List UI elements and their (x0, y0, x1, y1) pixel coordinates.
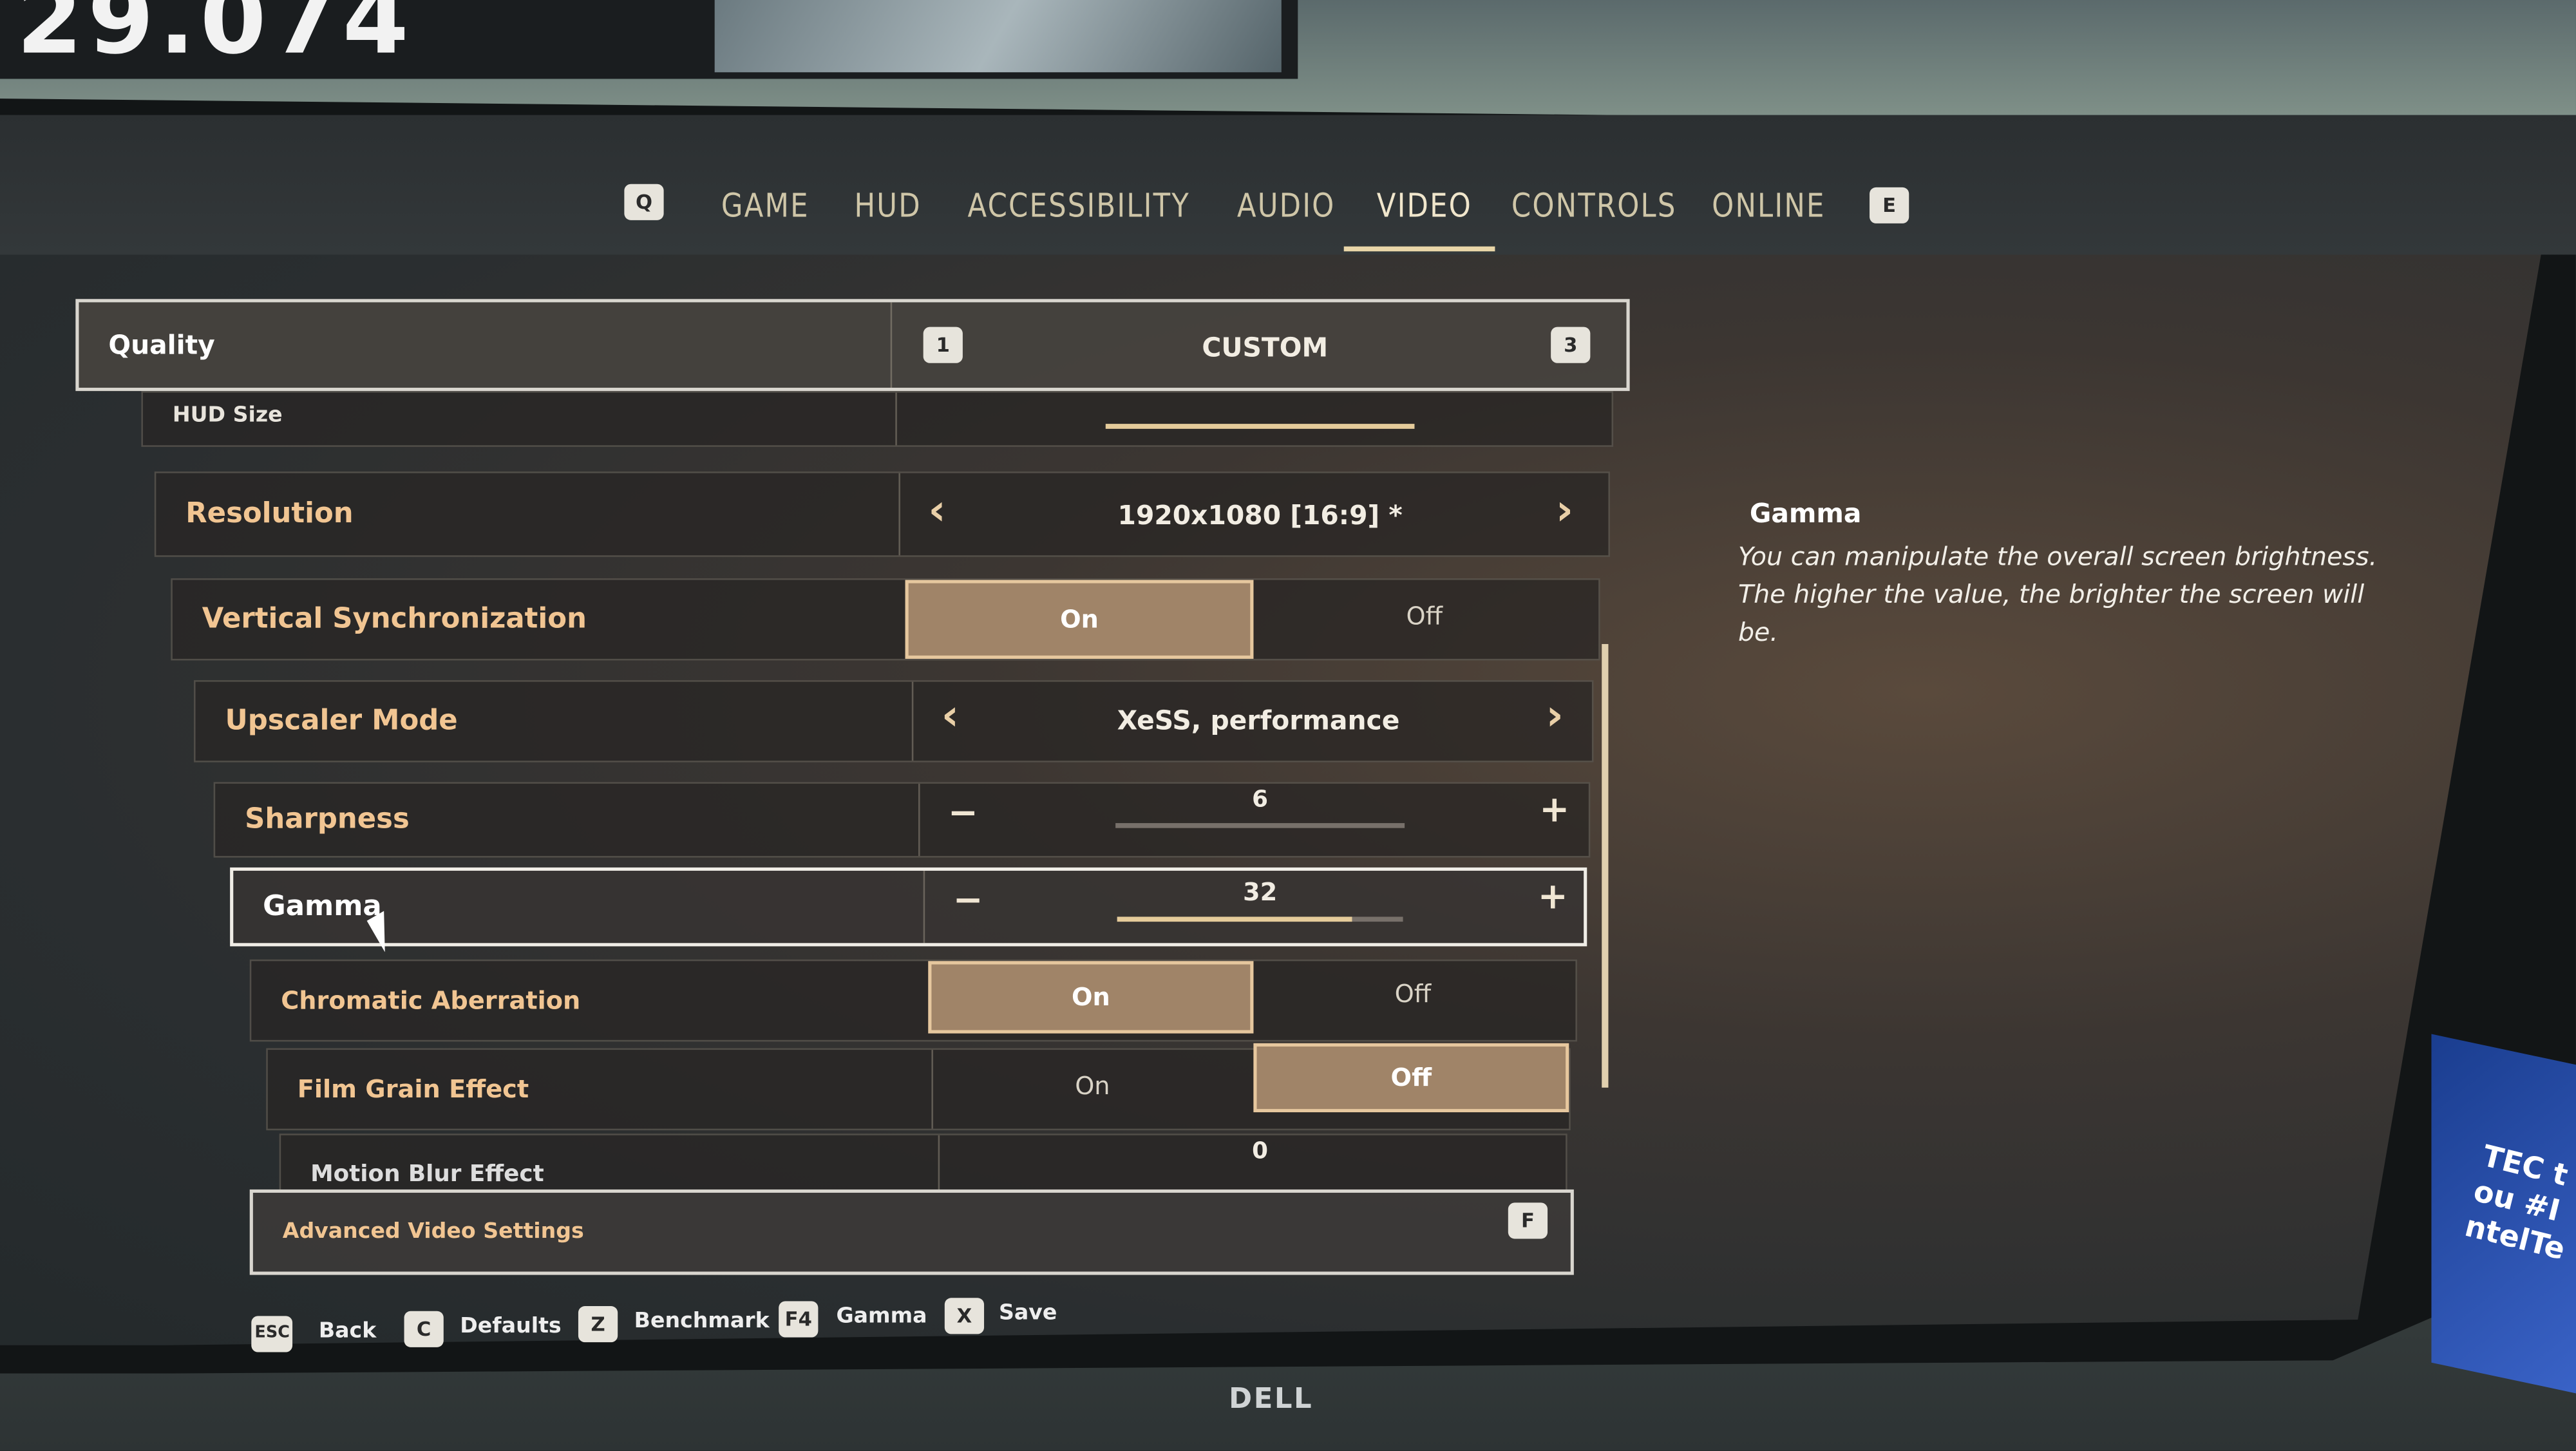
dell-logo: DELL (1229, 1383, 1314, 1416)
gamma-plus-button[interactable]: + (1538, 877, 1568, 918)
hint-gamma-label[interactable]: Gamma (836, 1304, 927, 1329)
tab-audio[interactable]: AUDIO (1237, 185, 1336, 225)
motion-blur-row[interactable]: Motion Blur Effect 0 (279, 1133, 1567, 1193)
description-text: You can manipulate the overall screen br… (1738, 542, 2378, 648)
tab-bar (0, 115, 2576, 255)
chromatic-aberration-label: Chromatic Aberration (281, 985, 581, 1016)
gamma-row[interactable]: Gamma − 32 + (230, 867, 1587, 947)
chromatic-on-button[interactable]: On (928, 961, 1254, 1034)
film-grain-row[interactable]: Film Grain Effect On Off (266, 1043, 1571, 1131)
resolution-value: 1920x1080 [16:9] * (1117, 499, 1403, 531)
advanced-video-settings-label: Advanced Video Settings (282, 1220, 584, 1245)
upscaler-label: Upscaler Mode (225, 705, 458, 738)
hint-save-label[interactable]: Save (999, 1301, 1057, 1325)
tab-online[interactable]: ONLINE (1712, 185, 1825, 225)
advanced-key[interactable]: F (1508, 1202, 1548, 1239)
hint-back-key[interactable]: ESC (251, 1316, 294, 1352)
sharpness-plus-button[interactable]: + (1539, 790, 1569, 831)
hint-defaults-label[interactable]: Defaults (460, 1314, 561, 1339)
upscaler-prev-arrow[interactable]: ‹ (942, 692, 959, 741)
hud-size-row[interactable]: HUD Size (141, 391, 1614, 447)
settings-scrollbar[interactable] (1602, 643, 1609, 1088)
hint-defaults-key[interactable]: C (404, 1311, 444, 1347)
vsync-row[interactable]: Vertical Synchronization On Off (171, 578, 1600, 661)
quality-next-key[interactable]: 3 (1551, 327, 1591, 363)
quality-row[interactable]: Quality 1 CUSTOM 3 (75, 299, 1630, 392)
sharpness-row[interactable]: Sharpness − 6 + (213, 782, 1591, 858)
vsync-on-button[interactable]: On (905, 580, 1254, 659)
upscaler-value: XeSS, performance (1117, 705, 1400, 736)
hud-size-fill (1105, 424, 1415, 429)
video-thumbnail (714, 0, 1282, 73)
sharpness-value: 6 (1252, 786, 1269, 813)
vsync-off-button[interactable]: Off (1260, 580, 1589, 652)
gamma-label: Gamma (263, 890, 382, 924)
quality-prev-key[interactable]: 1 (923, 327, 963, 363)
gamma-value: 32 (1242, 877, 1278, 907)
hint-gamma-key[interactable]: F4 (779, 1301, 819, 1338)
hud-size-slider[interactable] (1105, 424, 1415, 429)
sharpness-label: Sharpness (245, 803, 410, 837)
chromatic-off-button[interactable]: Off (1257, 961, 1569, 1027)
tab-game[interactable]: GAME (721, 185, 810, 225)
upscaler-next-arrow[interactable]: › (1546, 692, 1563, 741)
quality-label: Quality (108, 329, 215, 361)
timer-readout: 29.074 (16, 0, 414, 76)
tab-accessibility[interactable]: ACCESSIBILITY (968, 185, 1190, 225)
tab-hud[interactable]: HUD (855, 185, 922, 225)
hint-save-key[interactable]: X (944, 1298, 985, 1334)
hud-size-label: HUD Size (172, 403, 283, 428)
sharpness-minus-button[interactable]: − (948, 793, 978, 835)
advanced-video-settings-button[interactable]: Advanced Video Settings F (249, 1189, 1574, 1275)
film-grain-off-button[interactable]: Off (1253, 1043, 1569, 1113)
film-grain-label: Film Grain Effect (297, 1074, 529, 1105)
next-tab-key[interactable]: E (1870, 187, 1909, 223)
prev-tab-key[interactable]: Q (624, 184, 664, 220)
resolution-prev-arrow[interactable]: ‹ (928, 486, 945, 536)
resolution-next-arrow[interactable]: › (1556, 486, 1573, 536)
resolution-row[interactable]: Resolution ‹ 1920x1080 [16:9] * › (154, 471, 1610, 557)
gamma-slider[interactable] (1117, 916, 1403, 922)
gamma-fill (1117, 916, 1352, 922)
description-title: Gamma (1749, 497, 1862, 529)
hint-back-label[interactable]: Back (319, 1319, 376, 1343)
motion-blur-label: Motion Blur Effect (310, 1161, 544, 1188)
hint-benchmark-key[interactable]: Z (578, 1306, 618, 1343)
hint-benchmark-label[interactable]: Benchmark (634, 1309, 770, 1334)
active-tab-indicator (1343, 246, 1495, 252)
vsync-label: Vertical Synchronization (202, 603, 587, 636)
quality-value: CUSTOM (1202, 332, 1329, 363)
chromatic-aberration-row[interactable]: Chromatic Aberration On Off (249, 959, 1577, 1042)
gamma-minus-button[interactable]: − (953, 880, 983, 922)
motion-blur-value: 0 (1252, 1138, 1269, 1165)
film-grain-on-button[interactable]: On (931, 1050, 1253, 1122)
sharpness-slider[interactable] (1115, 823, 1405, 828)
upscaler-row[interactable]: Upscaler Mode ‹ XeSS, performance › (194, 680, 1594, 763)
resolution-label: Resolution (185, 497, 354, 531)
tab-video[interactable]: VIDEO (1377, 185, 1472, 225)
photo-scene: 29.074 TEC tou #IntelTe Q GAME HUD ACCES… (0, 0, 2576, 1451)
tab-controls[interactable]: CONTROLS (1511, 185, 1677, 225)
